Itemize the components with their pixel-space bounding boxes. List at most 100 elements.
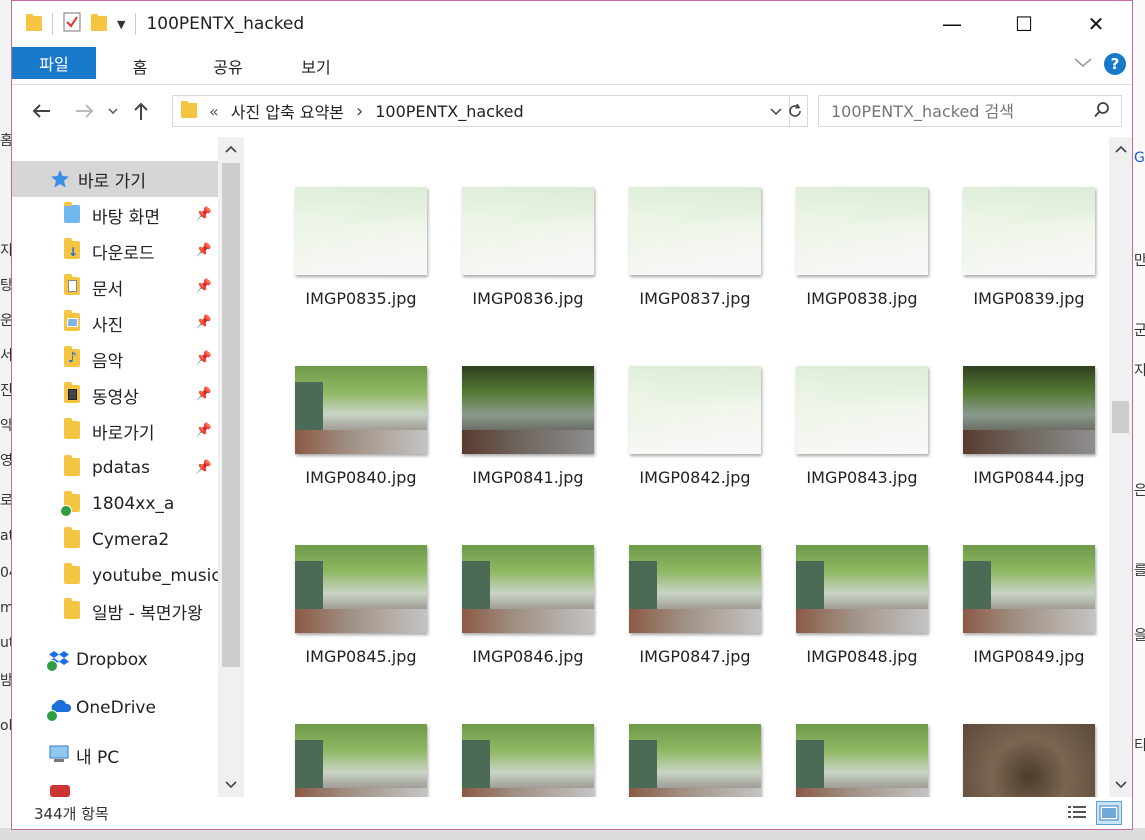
file-item[interactable] (625, 724, 765, 797)
content-scrollbar[interactable] (1109, 137, 1132, 797)
expand-ribbon-icon[interactable] (1074, 56, 1092, 72)
file-thumbnail[interactable] (796, 724, 928, 797)
large-icons-view-button[interactable] (1096, 801, 1122, 825)
breadcrumb-overflow[interactable]: « (209, 102, 219, 121)
file-item[interactable]: IMGP0849.jpg (959, 545, 1099, 685)
breadcrumb-separator-icon[interactable]: › (356, 101, 363, 122)
properties-icon[interactable] (63, 12, 81, 36)
pin-icon[interactable]: 📌 (196, 315, 212, 330)
breadcrumb-item[interactable]: 100PENTX_hacked (375, 102, 523, 121)
file-item[interactable]: IMGP0840.jpg (291, 366, 431, 506)
file-thumbnail[interactable] (295, 366, 427, 454)
file-item[interactable] (792, 724, 932, 797)
file-item[interactable]: IMGP0835.jpg (291, 187, 431, 327)
details-view-button[interactable] (1064, 801, 1090, 825)
file-item[interactable]: IMGP0847.jpg (625, 545, 765, 685)
file-thumbnail[interactable] (963, 545, 1095, 633)
file-thumbnail[interactable] (963, 187, 1095, 275)
tab-home[interactable]: 홈 (96, 47, 184, 84)
recent-locations-button[interactable] (102, 94, 124, 128)
customize-toolbar-icon[interactable]: ▼ (117, 18, 125, 31)
scroll-down-button[interactable] (218, 773, 244, 797)
sidebar-item-this-pc[interactable]: 내 PC (12, 737, 218, 773)
tab-view[interactable]: 보기 (272, 47, 360, 84)
address-bar[interactable]: « 사진 압축 요약본 › 100PENTX_hacked (172, 95, 790, 127)
file-thumbnail[interactable] (295, 724, 427, 797)
file-item[interactable]: IMGP0846.jpg (458, 545, 598, 685)
up-button[interactable] (124, 94, 158, 128)
back-button[interactable] (24, 94, 58, 128)
scroll-thumb[interactable] (1112, 401, 1129, 433)
sidebar-item-cymera2[interactable]: Cymera2 (12, 522, 218, 558)
scroll-thumb[interactable] (222, 163, 240, 667)
sidebar-item-downloads[interactable]: ↓ 다운로드 📌 (12, 233, 218, 269)
forward-button[interactable] (68, 94, 102, 128)
file-item[interactable]: IMGP0843.jpg (792, 366, 932, 506)
file-thumbnail[interactable] (796, 545, 928, 633)
sidebar-item-pdatas[interactable]: pdatas 📌 (12, 450, 218, 486)
search-input[interactable] (819, 101, 1079, 121)
file-thumbnail[interactable] (295, 187, 427, 275)
search-box[interactable] (818, 95, 1122, 127)
new-folder-icon[interactable] (91, 13, 107, 35)
file-thumbnail[interactable] (963, 724, 1095, 797)
file-item[interactable] (959, 724, 1099, 797)
file-thumbnail[interactable] (462, 545, 594, 633)
scroll-down-button[interactable] (1109, 773, 1132, 797)
file-thumbnail[interactable] (629, 545, 761, 633)
sidebar-item-pictures[interactable]: 사진 📌 (12, 305, 218, 341)
pin-icon[interactable]: 📌 (196, 207, 212, 222)
sidebar-item-masked-singer[interactable]: 일밤 - 복면가왕 (12, 593, 218, 629)
file-item[interactable] (458, 724, 598, 797)
tab-file[interactable]: 파일 (12, 47, 96, 79)
file-item[interactable]: IMGP0844.jpg (959, 366, 1099, 506)
sidebar-item-desktop[interactable]: 바탕 화면 📌 (12, 197, 218, 233)
scroll-up-button[interactable] (1109, 137, 1132, 161)
sidebar-item-youtube-music[interactable]: youtube_music_ (12, 558, 218, 594)
sidebar-item-music[interactable]: ♪ 음악 📌 (12, 341, 218, 377)
file-item[interactable]: IMGP0845.jpg (291, 545, 431, 685)
maximize-button[interactable]: ☐ (988, 1, 1060, 47)
pin-icon[interactable]: 📌 (196, 423, 212, 438)
file-item[interactable]: IMGP0837.jpg (625, 187, 765, 327)
pin-icon[interactable]: 📌 (196, 387, 212, 402)
file-thumbnail[interactable] (462, 724, 594, 797)
refresh-button[interactable] (782, 95, 808, 127)
file-item[interactable]: IMGP0836.jpg (458, 187, 598, 327)
file-thumbnail[interactable] (629, 187, 761, 275)
help-icon[interactable]: ? (1104, 53, 1126, 75)
dropbox-icon (46, 650, 69, 672)
file-thumbnail[interactable] (295, 545, 427, 633)
tab-share[interactable]: 공유 (184, 47, 272, 84)
file-thumbnail[interactable] (796, 187, 928, 275)
file-thumbnail[interactable] (462, 187, 594, 275)
file-thumbnail[interactable] (629, 724, 761, 797)
sidebar-item-1804xx-a[interactable]: 1804xx_a (12, 486, 218, 522)
search-icon[interactable] (1093, 101, 1111, 123)
scroll-up-button[interactable] (218, 137, 244, 161)
sidebar-item-shortcuts[interactable]: 바로가기 📌 (12, 413, 218, 449)
minimize-button[interactable]: — (916, 1, 988, 47)
sidebar-item-videos[interactable]: 동영상 📌 (12, 377, 218, 413)
file-thumbnail[interactable] (629, 366, 761, 454)
file-item[interactable]: IMGP0841.jpg (458, 366, 598, 506)
sidebar-item-quick-access[interactable]: 바로 가기 (12, 161, 218, 197)
file-item[interactable]: IMGP0839.jpg (959, 187, 1099, 327)
file-item[interactable]: IMGP0838.jpg (792, 187, 932, 327)
file-thumbnail[interactable] (963, 366, 1095, 454)
file-thumbnail[interactable] (462, 366, 594, 454)
file-thumbnail[interactable] (796, 366, 928, 454)
nav-pane-scrollbar[interactable] (218, 137, 244, 797)
sidebar-item-dropbox[interactable]: Dropbox (12, 642, 218, 678)
file-item[interactable] (291, 724, 431, 797)
file-item[interactable]: IMGP0848.jpg (792, 545, 932, 685)
pin-icon[interactable]: 📌 (196, 351, 212, 366)
pin-icon[interactable]: 📌 (196, 460, 212, 475)
breadcrumb-item[interactable]: 사진 압축 요약본 (231, 99, 344, 123)
pin-icon[interactable]: 📌 (196, 279, 212, 294)
close-button[interactable]: ✕ (1060, 1, 1132, 47)
sidebar-item-documents[interactable]: 문서 📌 (12, 269, 218, 305)
pin-icon[interactable]: 📌 (196, 243, 212, 258)
sidebar-item-onedrive[interactable]: OneDrive (12, 690, 218, 726)
file-item[interactable]: IMGP0842.jpg (625, 366, 765, 506)
